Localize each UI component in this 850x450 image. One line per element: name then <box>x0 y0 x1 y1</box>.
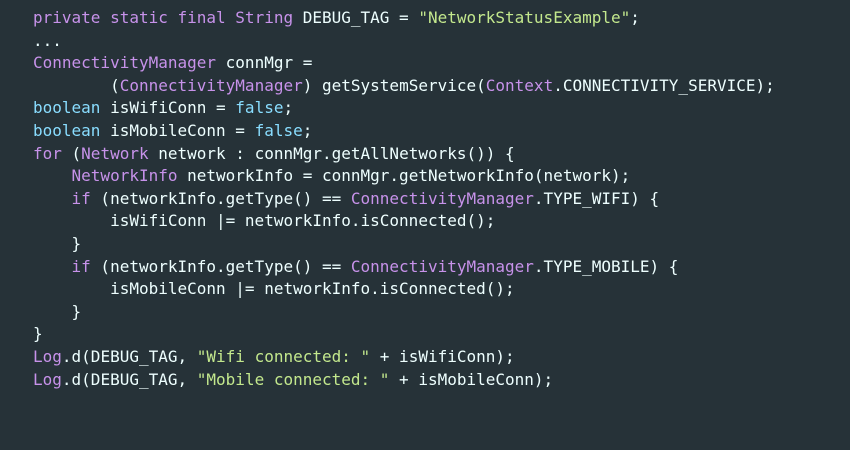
code-line: for (Network network : connMgr.getAllNet… <box>33 143 850 166</box>
code-line: boolean isWifiConn = false; <box>33 97 850 120</box>
code-token: false <box>235 98 284 118</box>
code-line: if (networkInfo.getType() == Connectivit… <box>33 256 850 279</box>
code-line: } <box>33 301 850 324</box>
code-token: isMobileConn |= networkInfo.isConnected(… <box>33 279 515 299</box>
code-token: network : connMgr.getAllNetworks()) { <box>148 143 515 163</box>
code-token: .d(DEBUG_TAG, <box>61 369 197 389</box>
code-token: ConnectivityManager <box>350 188 534 208</box>
code-line: boolean isMobileConn = false; <box>33 120 850 143</box>
code-token: isMobileConn = <box>100 120 255 140</box>
code-line: Log.d(DEBUG_TAG, "Mobile connected: " + … <box>33 369 850 392</box>
code-token: boolean <box>33 120 101 140</box>
code-token: "Wifi connected: " <box>196 346 371 366</box>
code-token: networkInfo = connMgr.getNetworkInfo(net… <box>177 166 631 186</box>
code-token: .CONNECTIVITY_SERVICE); <box>553 75 775 95</box>
code-token: + isWifiConn); <box>370 346 515 366</box>
code-token: isWifiConn |= networkInfo.isConnected(); <box>33 211 496 231</box>
code-token: "Mobile connected: " <box>196 369 390 389</box>
code-token: ConnectivityManager <box>33 53 217 73</box>
code-token: Network <box>81 143 149 163</box>
code-token: ; <box>302 120 313 140</box>
code-token: ( <box>61 143 82 163</box>
code-token: Log <box>33 346 62 366</box>
code-line: private static final String DEBUG_TAG = … <box>33 7 850 30</box>
code-token: "NetworkStatusExample" <box>418 8 631 27</box>
code-token: boolean <box>33 98 101 118</box>
code-token: (networkInfo.getType() == <box>90 256 351 276</box>
code-line: NetworkInfo networkInfo = connMgr.getNet… <box>33 165 850 188</box>
code-token: } <box>33 233 82 253</box>
code-line: (ConnectivityManager) getSystemService(C… <box>33 75 850 98</box>
code-line: isWifiConn |= networkInfo.isConnected(); <box>33 210 850 233</box>
code-token: if <box>71 188 91 208</box>
code-token: ... <box>33 30 62 50</box>
code-token: NetworkInfo <box>71 166 178 186</box>
code-token: isWifiConn = <box>100 98 236 118</box>
code-line: ... <box>33 30 850 53</box>
code-block: private static final String DEBUG_TAG = … <box>0 0 850 450</box>
code-line: isMobileConn |= networkInfo.isConnected(… <box>33 278 850 301</box>
code-token: .TYPE_WIFI) { <box>533 188 660 208</box>
code-token: } <box>33 301 82 321</box>
code-token: private static final <box>33 8 236 27</box>
code-token: Log <box>33 369 62 389</box>
code-token: .d(DEBUG_TAG, <box>61 346 197 366</box>
code-token: for <box>33 143 62 163</box>
code-token: connMgr = <box>216 53 313 73</box>
code-token: ConnectivityManager <box>119 75 303 95</box>
code-token: false <box>254 120 303 140</box>
code-line: } <box>33 233 850 256</box>
code-token: (networkInfo.getType() == <box>90 188 351 208</box>
code-token: ; <box>630 8 640 27</box>
code-token: if <box>71 256 91 276</box>
code-line: } <box>33 323 850 346</box>
code-token: + isMobileConn); <box>389 369 554 389</box>
code-token: ) getSystemService( <box>302 75 486 95</box>
code-line: if (networkInfo.getType() == Connectivit… <box>33 188 850 211</box>
code-line: Log.d(DEBUG_TAG, "Wifi connected: " + is… <box>33 346 850 369</box>
code-token: DEBUG_TAG = <box>293 8 419 27</box>
code-token: Context <box>485 75 554 95</box>
code-token: } <box>33 324 43 344</box>
code-line: ConnectivityManager connMgr = <box>33 52 850 75</box>
code-token: ; <box>283 98 294 118</box>
code-token: String <box>235 8 294 27</box>
code-token: ConnectivityManager <box>350 256 534 276</box>
code-token: ( <box>33 75 120 95</box>
code-token: .TYPE_MOBILE) { <box>533 256 679 276</box>
